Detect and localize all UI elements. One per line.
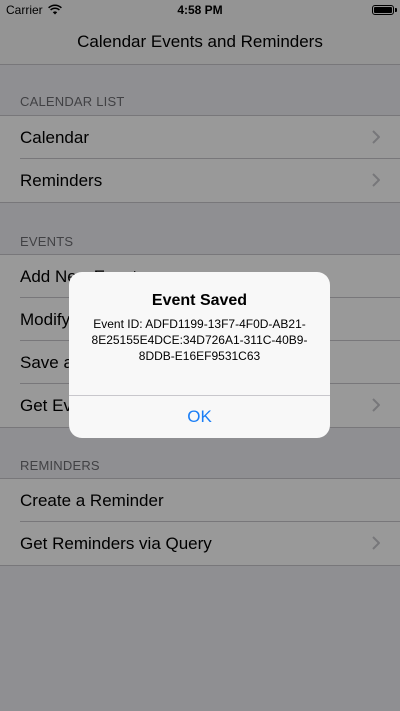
- alert-message: Event ID: ADFD1199-13F7-4F0D-AB21-8E2515…: [91, 317, 308, 363]
- app-screen: Carrier 4:58 PM Calendar Events and Remi…: [0, 0, 400, 711]
- alert-title: Event Saved: [151, 292, 248, 309]
- ok-button[interactable]: OK: [69, 396, 330, 438]
- alert-dialog: Event Saved Event ID: ADFD1199-13F7-4F0D…: [69, 272, 330, 438]
